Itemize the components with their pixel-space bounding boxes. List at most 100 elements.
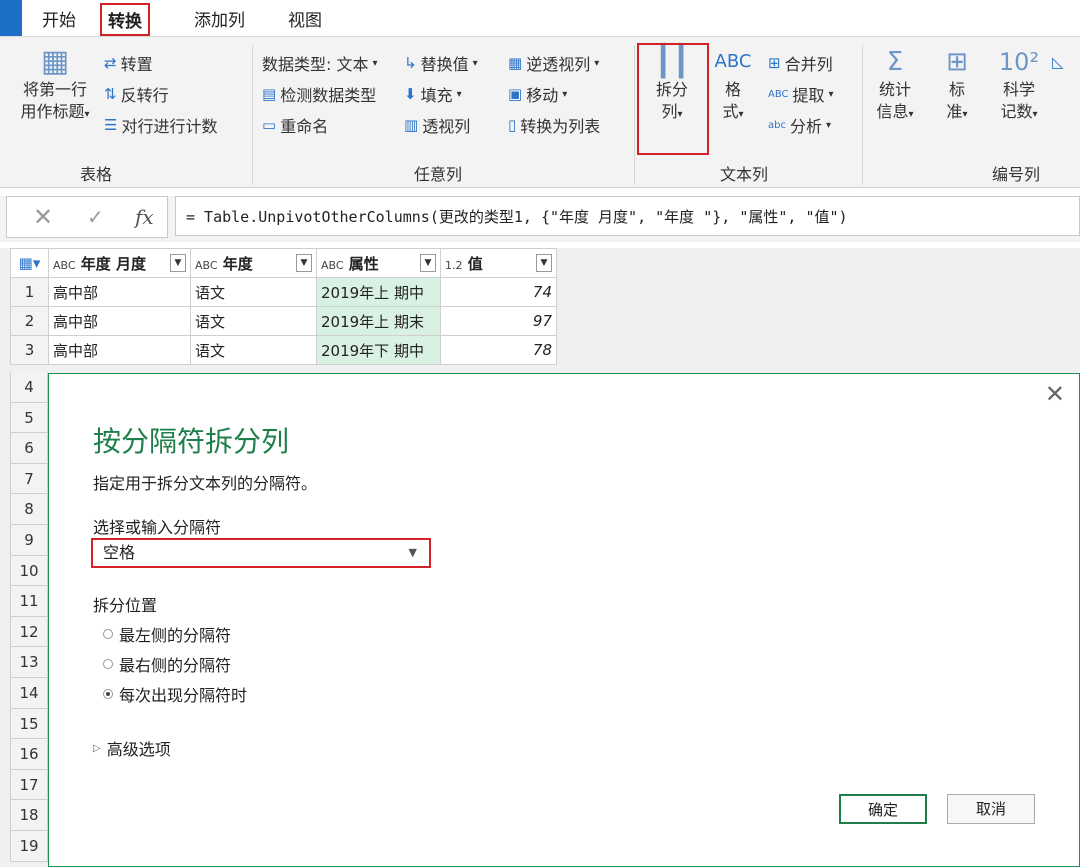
split-column-dialog: ✕ 按分隔符拆分列 指定用于拆分文本列的分隔符。 选择或输入分隔符 空格 ▼ 拆… xyxy=(48,373,1080,867)
delimiter-label: 选择或输入分隔符 xyxy=(93,518,222,537)
row-number-column: 4 5 6 7 8 9 10 11 12 13 14 15 16 17 18 1… xyxy=(10,372,48,862)
table-row[interactable]: 2 高中部 语文 2019年上 期末 97 xyxy=(10,306,557,336)
trig-button[interactable]: ◺ xyxy=(1052,53,1064,71)
row-number: 11 xyxy=(10,586,48,617)
ok-button[interactable]: 确定 xyxy=(839,794,927,824)
extract-button[interactable]: ABC 提取 ▾ xyxy=(768,82,834,106)
reverse-rows-button[interactable]: ⇅ 反转行 xyxy=(104,82,169,106)
table-row[interactable]: 3 高中部 语文 2019年下 期中 78 xyxy=(10,335,557,365)
formula-bar: ✕ ✓ fx = Table.UnpivotOtherColumns(更改的类型… xyxy=(0,196,1080,242)
row-number: 18 xyxy=(10,800,48,831)
fill-button[interactable]: ⬇ 填充 ▾ xyxy=(404,82,462,106)
cancel-button[interactable]: 取消 xyxy=(947,794,1035,824)
radio-selected-icon xyxy=(103,689,113,699)
group-label-text-column: 文本列 xyxy=(720,165,769,184)
column-header-attribute[interactable]: ABC 属性 ▼ xyxy=(316,248,441,278)
row-number: 8 xyxy=(10,494,48,525)
delimiter-select[interactable]: 空格 ▼ xyxy=(91,538,431,568)
filter-dropdown-icon[interactable]: ▼ xyxy=(420,254,436,272)
format-button[interactable]: ABC 格 式▾ xyxy=(708,45,758,126)
filter-dropdown-icon[interactable]: ▼ xyxy=(170,254,186,272)
detect-type-icon: ▤ xyxy=(262,85,277,103)
split-column-highlight xyxy=(637,43,709,155)
split-position-label: 拆分位置 xyxy=(93,596,158,615)
tab-transform[interactable]: 转换 xyxy=(100,3,150,36)
move-icon: ▣ xyxy=(508,85,523,103)
ribbon: ▦ 将第一行 用作标题▾ ⇄ 转置 ⇅ 反转行 ☰ 对行进行计数 表格 数据类型… xyxy=(0,36,1080,188)
formula-input[interactable]: = Table.UnpivotOtherColumns(更改的类型1, {"年度… xyxy=(175,196,1080,236)
group-label-any-column: 任意列 xyxy=(414,165,463,184)
advanced-options-toggle[interactable]: ▷ 高级选项 xyxy=(93,736,171,760)
filter-dropdown-icon[interactable]: ▼ xyxy=(296,254,312,272)
row-number: 16 xyxy=(10,739,48,770)
row-number: 7 xyxy=(10,463,48,495)
pivot-column-button[interactable]: ▥ 透视列 xyxy=(404,113,470,137)
row-number: 17 xyxy=(10,769,48,801)
unpivot-columns-button[interactable]: ▦ 逆透视列 ▾ xyxy=(508,51,599,75)
radio-each-occurrence[interactable]: 每次出现分隔符时 xyxy=(103,682,247,706)
radio-circle-icon xyxy=(103,659,113,669)
app-menu-button[interactable] xyxy=(0,0,22,36)
extract-icon: ABC xyxy=(768,88,789,100)
row-number: 5 xyxy=(10,402,48,434)
reverse-rows-icon: ⇅ xyxy=(104,85,117,103)
data-type-dropdown[interactable]: 数据类型: 文本 ▾ xyxy=(262,51,378,75)
close-icon[interactable]: ✕ xyxy=(1045,380,1065,408)
replace-values-button[interactable]: ↳ 替换值 ▾ xyxy=(404,51,478,75)
fx-icon[interactable]: fx xyxy=(135,205,154,229)
group-label-number-column: 编号列 xyxy=(992,165,1041,184)
row-number: 19 xyxy=(10,830,48,862)
statistics-button[interactable]: Σ 统计 信息▾ xyxy=(866,45,924,126)
pivot-icon: ▥ xyxy=(404,116,419,134)
merge-icon: ⊞ xyxy=(768,54,781,72)
dialog-title: 按分隔符拆分列 xyxy=(93,425,290,458)
sigma-icon: Σ xyxy=(886,47,904,77)
ribbon-tab-bar: 开始 转换 添加列 视图 xyxy=(0,0,1080,36)
replace-icon: ↳ xyxy=(404,54,417,72)
filter-dropdown-icon[interactable]: ▼ xyxy=(536,254,552,272)
radio-rightmost-delimiter[interactable]: 最右侧的分隔符 xyxy=(103,652,231,676)
rename-button[interactable]: ▭ 重命名 xyxy=(262,113,328,137)
row-number: 15 xyxy=(10,708,48,740)
group-separator xyxy=(862,45,863,185)
chevron-right-icon: ▷ xyxy=(93,742,101,754)
radio-circle-icon xyxy=(103,629,113,639)
dialog-description: 指定用于拆分文本列的分隔符。 xyxy=(93,474,318,493)
radio-leftmost-delimiter[interactable]: 最左侧的分隔符 xyxy=(103,622,231,646)
table-header-row: ▦▾ ABC 年度 月度 ▼ ABC 年度 ▼ ABC 属性 ▼ 1.2 值 ▼ xyxy=(10,248,557,278)
column-header-year[interactable]: ABC 年度 ▼ xyxy=(190,248,317,278)
formula-controls: ✕ ✓ fx xyxy=(6,196,168,238)
standard-button[interactable]: ⊞ 标 准▾ xyxy=(930,45,984,126)
convert-to-list-button[interactable]: ▯ 转换为列表 xyxy=(508,113,600,137)
transpose-button[interactable]: ⇄ 转置 xyxy=(104,51,153,75)
group-separator xyxy=(252,45,253,185)
tab-home[interactable]: 开始 xyxy=(42,6,76,31)
row-number: 6 xyxy=(10,433,48,464)
cancel-formula-icon[interactable]: ✕ xyxy=(33,203,53,231)
accept-formula-icon[interactable]: ✓ xyxy=(87,205,104,229)
count-rows-button[interactable]: ☰ 对行进行计数 xyxy=(104,113,217,137)
table-menu-icon[interactable]: ▦▾ xyxy=(10,248,49,278)
detect-data-type-button[interactable]: ▤ 检测数据类型 xyxy=(262,82,376,106)
parse-button[interactable]: abc 分析 ▾ xyxy=(768,113,831,137)
merge-columns-button[interactable]: ⊞ 合并列 xyxy=(768,51,833,75)
row-number: 4 xyxy=(10,372,48,403)
scientific-button[interactable]: 10² 科学 记数▾ xyxy=(990,45,1048,126)
row-number: 14 xyxy=(10,677,48,709)
fill-down-icon: ⬇ xyxy=(404,85,417,103)
row-number: 13 xyxy=(10,647,48,678)
column-header-value[interactable]: 1.2 值 ▼ xyxy=(440,248,557,278)
list-icon: ▯ xyxy=(508,116,517,134)
chevron-down-icon: ▼ xyxy=(408,546,417,559)
tab-view[interactable]: 视图 xyxy=(288,6,322,31)
row-number: 10 xyxy=(10,555,48,587)
group-separator xyxy=(634,45,635,185)
row-number: 12 xyxy=(10,616,48,648)
use-first-row-as-headers-button[interactable]: ▦ 将第一行 用作标题▾ xyxy=(12,45,98,126)
transpose-icon: ⇄ xyxy=(104,54,117,72)
column-header-year-month[interactable]: ABC 年度 月度 ▼ xyxy=(48,248,191,278)
count-rows-icon: ☰ xyxy=(104,116,118,134)
table-row[interactable]: 1 高中部 语文 2019年上 期中 74 xyxy=(10,277,557,307)
tab-add-column[interactable]: 添加列 xyxy=(194,6,245,31)
move-button[interactable]: ▣ 移动 ▾ xyxy=(508,82,567,106)
